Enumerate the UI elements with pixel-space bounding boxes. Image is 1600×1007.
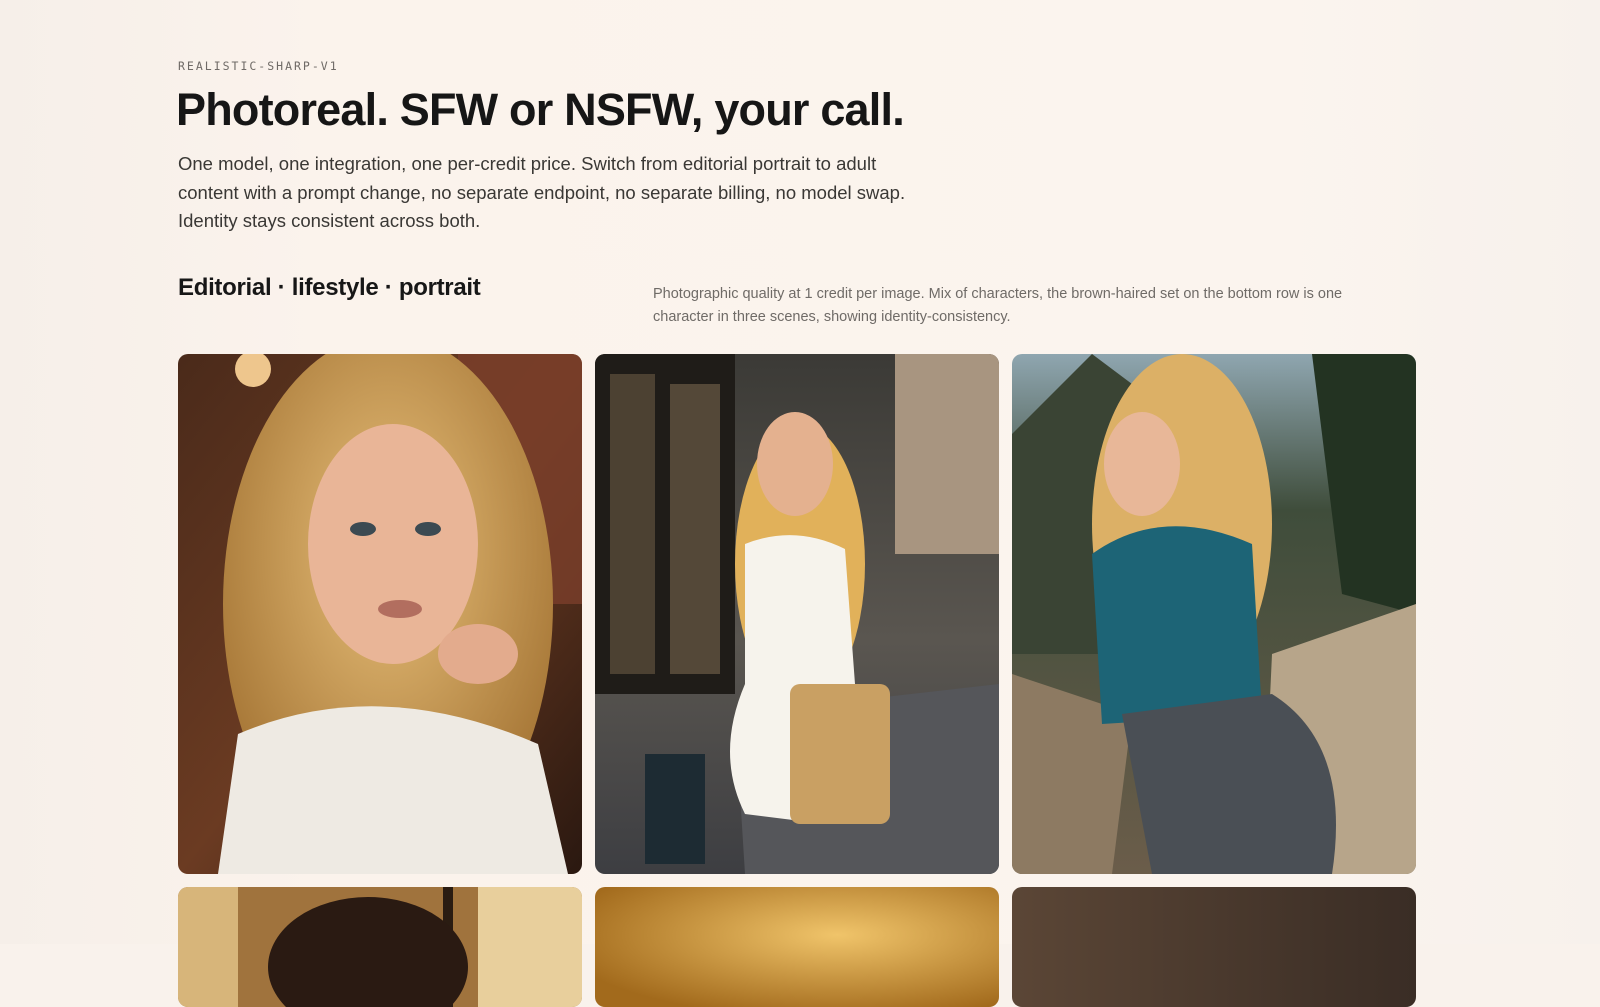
- section-title: Editorial · lifestyle · portrait: [178, 274, 481, 301]
- page-description: One model, one integration, one per-cred…: [178, 153, 906, 231]
- street-dress-image[interactable]: [595, 354, 999, 874]
- page-background: REALISTIC-SHARP-V1 Photoreal. SFW or NSF…: [0, 0, 1600, 1007]
- warm-bokeh-image[interactable]: [595, 887, 999, 1007]
- section-note: Photographic quality at 1 credit per ima…: [653, 286, 1343, 325]
- mountain-hike-image[interactable]: [1012, 354, 1416, 874]
- model-eyebrow-label: REALISTIC-SHARP-V1: [178, 59, 339, 73]
- window-portrait-image[interactable]: [178, 887, 582, 1007]
- dark-portrait-image[interactable]: [1012, 887, 1416, 1007]
- page-title: Photoreal. SFW or NSFW, your call.: [176, 84, 905, 135]
- cafe-portrait-image[interactable]: [178, 354, 582, 874]
